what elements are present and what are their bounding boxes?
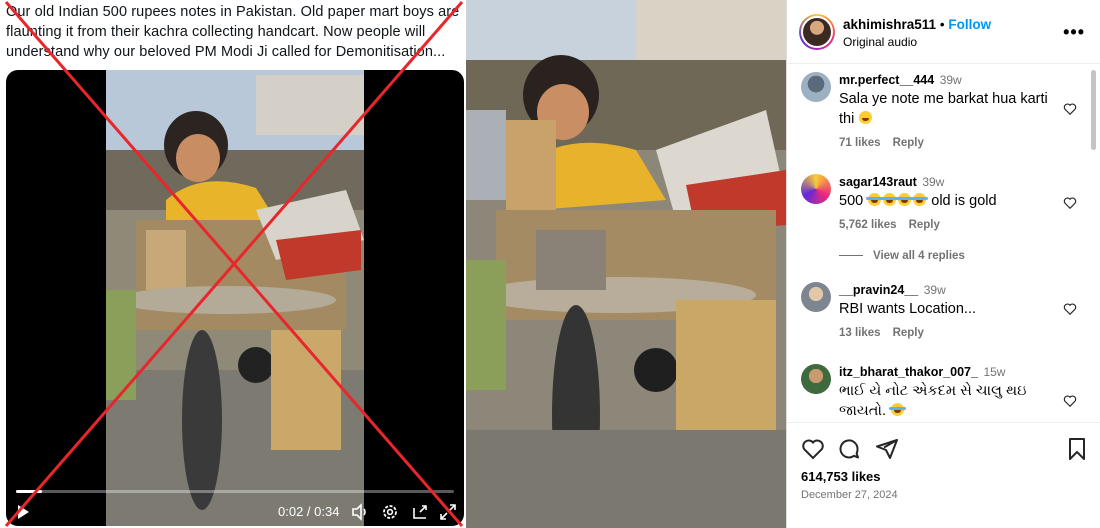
instagram-panel: akhimishra511 • Follow Original audio ••… <box>786 0 1100 528</box>
video-frame <box>106 70 364 526</box>
comment-username[interactable]: mr.perfect__444 <box>839 73 934 87</box>
comment-text: ભાઈ યે નોટ એકદમ સે ચાલુ થઇ જાયતો. <box>839 383 1027 419</box>
video-controls: 0:02 / 0:34 <box>6 474 464 526</box>
avatar[interactable] <box>801 72 831 102</box>
comment-likes[interactable]: 71 likes <box>839 137 881 149</box>
avatar[interactable] <box>799 14 835 50</box>
more-options-icon[interactable]: ••• <box>1063 22 1085 43</box>
laughing-emoji <box>911 193 929 206</box>
fullscreen-icon[interactable] <box>438 502 458 522</box>
comment-username[interactable]: itz_bharat_thakor_007_ <box>839 365 978 379</box>
tweet-panel: Our old Indian 500 rupees notes in Pakis… <box>0 0 466 528</box>
view-replies-link[interactable]: View all 4 replies <box>839 250 965 262</box>
progress-bar[interactable] <box>16 490 454 493</box>
video-time: 0:02 / 0:34 <box>278 504 340 519</box>
comment-username[interactable]: sagar143raut <box>839 175 917 189</box>
follow-button[interactable]: Follow <box>948 17 991 32</box>
comment-age: 39w <box>923 283 946 297</box>
comment-age: 15w <box>983 365 1006 379</box>
comment-age: 39w <box>939 73 962 87</box>
likes-count[interactable]: 614,753 likes <box>801 469 881 484</box>
comment-text: 500 old is gold <box>839 193 997 209</box>
post-actions: 614,753 likes December 27, 2024 <box>787 422 1100 528</box>
post-author: akhimishra511 • Follow <box>843 17 992 32</box>
reply-button[interactable]: Reply <box>909 219 940 231</box>
volume-icon[interactable] <box>350 502 370 522</box>
reply-button[interactable]: Reply <box>893 137 924 149</box>
post-date: December 27, 2024 <box>801 489 898 501</box>
comment-age: 39w <box>922 175 945 189</box>
tweet-text: Our old Indian 500 rupees notes in Pakis… <box>6 4 460 60</box>
play-icon[interactable] <box>16 504 32 520</box>
comments-list: mr.perfect__444 39w Sala ye note me bark… <box>787 64 1100 422</box>
avatar[interactable] <box>801 282 831 312</box>
settings-icon[interactable] <box>380 502 400 522</box>
comment-username[interactable]: __pravin24__ <box>839 283 918 297</box>
heart-icon[interactable] <box>1063 394 1077 408</box>
avatar[interactable] <box>801 364 831 394</box>
like-heart-icon[interactable] <box>801 437 825 461</box>
share-icon[interactable] <box>875 437 899 461</box>
avatar[interactable] <box>801 174 831 204</box>
composite-screenshot: Our old Indian 500 rupees notes in Pakis… <box>0 0 1100 528</box>
comment-text: RBI wants Location... <box>839 301 977 317</box>
heart-icon[interactable] <box>1063 302 1077 316</box>
comments-scrollbar[interactable] <box>1091 70 1096 150</box>
heart-icon[interactable] <box>1063 196 1077 210</box>
pip-icon[interactable] <box>410 502 430 522</box>
comment-likes[interactable]: 13 likes <box>839 327 881 339</box>
video-player[interactable]: 0:02 / 0:34 <box>6 70 464 526</box>
laughing-emoji <box>896 193 914 206</box>
reel-image <box>466 0 786 528</box>
comment-icon[interactable] <box>837 437 861 461</box>
reply-button[interactable]: Reply <box>893 327 924 339</box>
bookmark-icon[interactable] <box>1065 437 1089 461</box>
post-header: akhimishra511 • Follow Original audio ••… <box>787 0 1100 64</box>
progress-fill <box>16 490 43 493</box>
laughing-emoji <box>881 193 899 206</box>
comment-likes[interactable]: 5,762 likes <box>839 219 897 231</box>
heart-icon[interactable] <box>1063 102 1077 116</box>
laughing-emoji <box>889 403 907 416</box>
comment-text: Sala ye note me barkat hua karti thi <box>839 91 1048 127</box>
audio-label[interactable]: Original audio <box>843 35 917 49</box>
grimace-emoji <box>859 111 873 124</box>
username-link[interactable]: akhimishra511 <box>843 17 936 32</box>
laughing-emoji <box>866 193 884 206</box>
